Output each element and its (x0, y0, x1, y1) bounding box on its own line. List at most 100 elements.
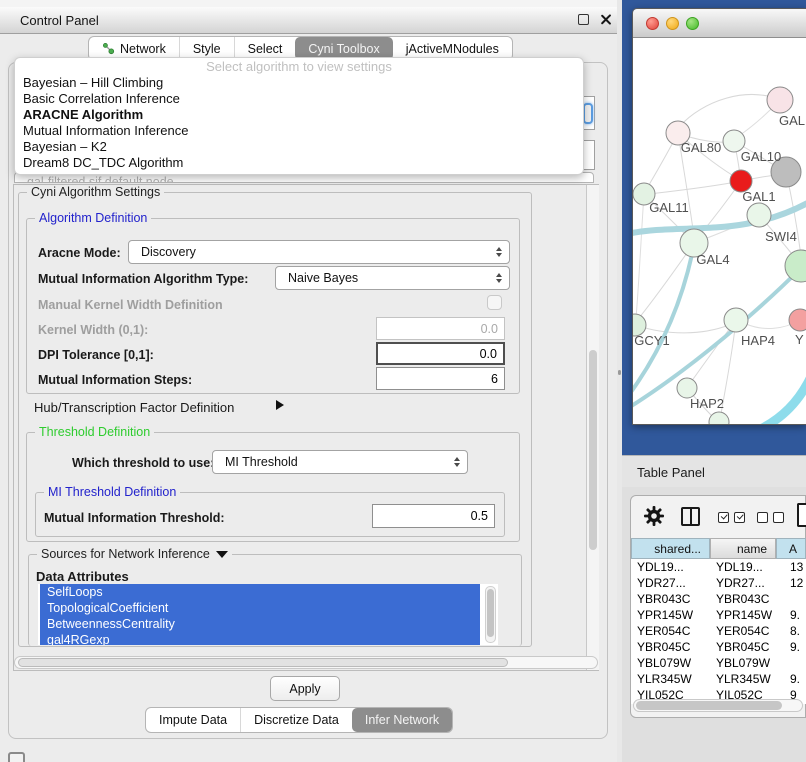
table-cell[interactable]: YDL19... (631, 559, 710, 575)
table-cell[interactable]: 9. (776, 607, 806, 623)
table-row[interactable]: YDL19...YDL19...13 (631, 559, 806, 575)
mi-steps-field[interactable]: 6 (376, 367, 505, 390)
attribute-item-topologicalcoefficient[interactable]: TopologicalCoefficient (40, 600, 480, 616)
algorithm-option-aracne-algorithm[interactable]: ARACNE Algorithm (15, 107, 583, 123)
table-cell[interactable] (776, 591, 806, 607)
bottom-tab-infer-network[interactable]: Infer Network (352, 708, 452, 732)
attributes-scrollbar[interactable] (485, 586, 496, 643)
column-header-a[interactable]: A (776, 538, 806, 559)
collapse-arrow-icon[interactable] (216, 551, 228, 558)
network-node[interactable] (709, 412, 729, 425)
unchecked-pair-icon[interactable] (757, 512, 789, 523)
table-cell[interactable]: YLR345W (710, 671, 776, 687)
bottom-tab-impute-data[interactable]: Impute Data (146, 708, 240, 732)
table-cell[interactable]: YDR27... (631, 575, 710, 591)
table-cell[interactable]: YBL079W (710, 655, 776, 671)
table-row[interactable]: YDR27...YDR27...12 (631, 575, 806, 591)
table-cell[interactable]: 9. (776, 639, 806, 655)
table-cell[interactable]: YER054C (631, 623, 710, 639)
algorithm-option-bayesian-hill-climbing[interactable]: Bayesian – Hill Climbing (15, 75, 583, 91)
network-graph: GALGAL80GAL10GAL1GAL11SWI4GAL4GCY1HAP4YH… (633, 38, 806, 425)
algorithm-option-mutual-information-inference[interactable]: Mutual Information Inference (15, 123, 583, 139)
table-cell[interactable]: YBR045C (631, 639, 710, 655)
table-cell[interactable]: 13 (776, 559, 806, 575)
table-cell[interactable]: YBR045C (710, 639, 776, 655)
zoom-traffic-light-icon[interactable] (686, 17, 699, 30)
network-node[interactable] (677, 378, 697, 398)
table-cell[interactable]: YDL19... (710, 559, 776, 575)
table-hscrollbar-thumb[interactable] (636, 701, 782, 710)
table-cell[interactable]: YBL079W (631, 655, 710, 671)
table-cell[interactable]: 12 (776, 575, 806, 591)
document-icon[interactable] (797, 503, 806, 527)
corner-panel-icon[interactable] (8, 752, 25, 762)
manual-kernel-checkbox[interactable] (487, 295, 502, 310)
network-node[interactable] (747, 203, 771, 227)
bottom-tab-discretize-data[interactable]: Discretize Data (240, 708, 352, 732)
table-cell[interactable]: YDR27... (710, 575, 776, 591)
table-row[interactable]: YBR043CYBR043C (631, 591, 806, 607)
apply-button[interactable]: Apply (270, 676, 340, 701)
table-cell[interactable] (776, 655, 806, 671)
close-icon[interactable] (599, 13, 612, 26)
table-cell[interactable]: YER054C (710, 623, 776, 639)
column-header-shared[interactable]: shared... (631, 538, 710, 559)
attributes-scrollbar-thumb[interactable] (487, 589, 494, 637)
mi-threshold-field[interactable]: 0.5 (372, 504, 495, 528)
attribute-item-selfloops[interactable]: SelfLoops (40, 584, 480, 600)
network-window-titlebar[interactable] (633, 9, 806, 38)
network-node[interactable] (724, 308, 748, 332)
float-window-icon[interactable] (578, 14, 589, 25)
network-node[interactable] (789, 309, 806, 331)
table-cell[interactable]: YPR145W (710, 607, 776, 623)
checked-pair-icon[interactable] (718, 512, 750, 523)
network-window: GALGAL80GAL10GAL1GAL11SWI4GAL4GCY1HAP4YH… (632, 8, 806, 425)
table-cell[interactable]: 8. (776, 623, 806, 639)
tab-label: Style (193, 42, 221, 56)
dpi-tolerance-field[interactable]: 0.0 (376, 342, 505, 365)
divider-handle[interactable] (618, 370, 621, 375)
algorithm-popup-list: Bayesian – Hill ClimbingBasic Correlatio… (15, 75, 583, 171)
mi-type-combo[interactable]: Naive Bayes (275, 266, 510, 290)
which-threshold-combo[interactable]: MI Threshold (212, 450, 468, 474)
aracne-mode-combo[interactable]: Discovery (128, 240, 510, 264)
table-row[interactable]: YPR145WYPR145W9. (631, 607, 806, 623)
table-row[interactable]: YER054CYER054C8. (631, 623, 806, 639)
table-cell[interactable]: 9. (776, 671, 806, 687)
table-row[interactable]: YLR345WYLR345W9. (631, 671, 806, 687)
settings-hscrollbar[interactable] (14, 656, 598, 669)
tab-label: jActiveMNodules (406, 42, 499, 56)
algorithm-option-dream8-dc-tdc-algorithm[interactable]: Dream8 DC_TDC Algorithm (15, 155, 583, 171)
split-columns-icon[interactable] (681, 507, 700, 526)
table-cell[interactable]: YBR043C (710, 591, 776, 607)
algorithm-option-basic-correlation-inference[interactable]: Basic Correlation Inference (15, 91, 583, 107)
table-cell[interactable]: YPR145W (631, 607, 710, 623)
attribute-item-gal4rgexp[interactable]: gal4RGexp (40, 632, 480, 645)
kernel-width-field[interactable]: 0.0 (376, 317, 505, 340)
node-label-gal4: GAL4 (696, 252, 729, 267)
network-node[interactable] (785, 250, 806, 282)
network-canvas[interactable]: GALGAL80GAL10GAL1GAL11SWI4GAL4GCY1HAP4YH… (633, 38, 806, 425)
network-edge (679, 94, 780, 127)
table-hscrollbar[interactable] (633, 699, 803, 712)
algorithm-option-bayesian-k2[interactable]: Bayesian – K2 (15, 139, 583, 155)
cyni-algorithm-settings-title: Cyni Algorithm Settings (27, 185, 164, 199)
network-node[interactable] (767, 87, 793, 113)
minimize-traffic-light-icon[interactable] (666, 17, 679, 30)
expand-arrow-icon[interactable] (276, 400, 284, 410)
settings-hscrollbar-thumb[interactable] (18, 658, 508, 667)
close-traffic-light-icon[interactable] (646, 17, 659, 30)
attribute-item-betweennesscentrality[interactable]: BetweennessCentrality (40, 616, 480, 632)
settings-vscrollbar-thumb[interactable] (589, 350, 597, 550)
table-row[interactable]: YBL079WYBL079W (631, 655, 806, 671)
table-row[interactable]: YBR045CYBR045C9. (631, 639, 806, 655)
gear-icon[interactable] (643, 505, 665, 527)
column-header-name[interactable]: name (710, 538, 776, 559)
node-label-gal11: GAL11 (649, 200, 689, 215)
mi-steps-label: Mutual Information Steps: (38, 373, 192, 387)
table-cell[interactable]: YLR345W (631, 671, 710, 687)
settings-vscrollbar[interactable] (586, 185, 599, 670)
table-cell[interactable]: YBR043C (631, 591, 710, 607)
node-label-gcy1: GCY1 (634, 333, 669, 348)
network-edge (635, 325, 729, 333)
